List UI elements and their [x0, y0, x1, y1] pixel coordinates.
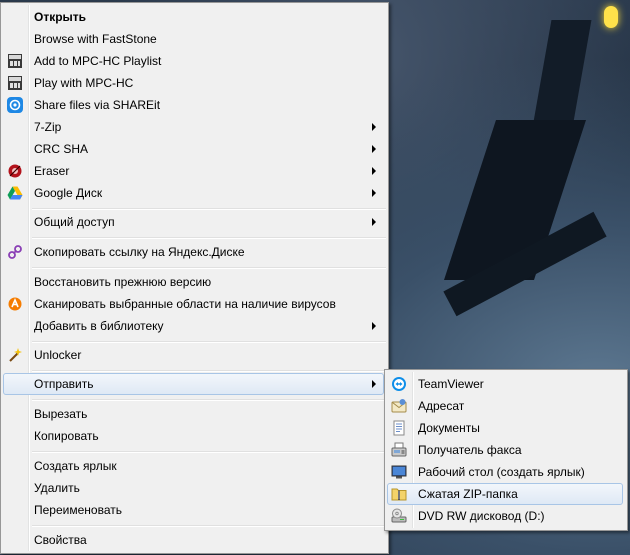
menu-item-label: Eraser [34, 164, 70, 178]
google-drive-icon [7, 185, 23, 201]
menu-item-label: Browse with FastStone [34, 32, 157, 46]
menu-item-label: Google Диск [34, 186, 103, 200]
menu-item-delete[interactable]: Удалить [3, 477, 384, 499]
submenu-arrow-icon [372, 218, 376, 226]
menu-item-google-drive[interactable]: Google Диск [3, 182, 384, 204]
fax-icon [391, 442, 407, 458]
menu-separator [32, 267, 386, 269]
menu-separator [32, 399, 386, 401]
menu-item-label: Копировать [34, 429, 99, 443]
menu-item-label: Добавить в библиотеку [34, 319, 164, 333]
submenu-item-desktop-shortcut[interactable]: Рабочий стол (создать ярлык) [387, 461, 623, 483]
menu-item-copy[interactable]: Копировать [3, 425, 384, 447]
submenu-item-teamviewer[interactable]: TeamViewer [387, 373, 623, 395]
submenu-item-fax-recipient[interactable]: Получатель факса [387, 439, 623, 461]
menu-item-create-shortcut[interactable]: Создать ярлык [3, 455, 384, 477]
menu-item-label: Переименовать [34, 503, 122, 517]
avast-icon [7, 296, 23, 312]
teamviewer-icon [391, 376, 407, 392]
menu-item-browse-faststone[interactable]: Browse with FastStone [3, 28, 384, 50]
menu-item-add-mpc-playlist[interactable]: Add to MPC-HC Playlist [3, 50, 384, 72]
submenu-item-label: Сжатая ZIP-папка [418, 487, 518, 501]
desktop-icon [391, 464, 407, 480]
menu-item-label: Свойства [34, 533, 87, 547]
submenu-item-dvd-drive[interactable]: DVD RW дисковод (D:) [387, 505, 623, 527]
menu-item-label: 7-Zip [34, 120, 62, 134]
menu-item-unlocker[interactable]: Unlocker [3, 344, 384, 366]
menu-item-label: CRC SHA [34, 142, 89, 156]
shareit-icon [7, 97, 23, 113]
menu-item-yandex-link[interactable]: Скопировать ссылку на Яндекс.Диске [3, 241, 384, 263]
submenu-arrow-icon [372, 189, 376, 197]
menu-item-label: Скопировать ссылку на Яндекс.Диске [34, 245, 245, 259]
context-menu: Открыть Browse with FastStone Add to MPC… [0, 2, 389, 554]
submenu-item-label: Документы [418, 421, 480, 435]
wallpaper-lamp [604, 6, 618, 28]
menu-separator [32, 451, 386, 453]
submenu-item-documents[interactable]: Документы [387, 417, 623, 439]
menu-item-label: Share files via SHAREit [34, 98, 161, 112]
mail-recipient-icon [391, 398, 407, 414]
menu-item-label: Восстановить прежнюю версию [34, 275, 212, 289]
menu-item-sharing[interactable]: Общий доступ [3, 211, 384, 233]
menu-separator [32, 341, 386, 343]
submenu-arrow-icon [372, 167, 376, 175]
submenu-arrow-icon [372, 380, 376, 388]
submenu-item-label: DVD RW дисковод (D:) [418, 509, 545, 523]
submenu-arrow-icon [372, 145, 376, 153]
menu-item-label: Unlocker [34, 348, 82, 362]
eraser-icon [7, 163, 23, 179]
submenu-item-label: Получатель факса [418, 443, 522, 457]
menu-item-7zip[interactable]: 7-Zip [3, 116, 384, 138]
dvd-drive-icon [391, 508, 407, 524]
menu-item-send-to[interactable]: Отправить [3, 373, 384, 395]
menu-item-crc-sha[interactable]: CRC SHA [3, 138, 384, 160]
menu-item-cut[interactable]: Вырезать [3, 403, 384, 425]
wand-icon [7, 347, 23, 363]
menu-item-add-to-library[interactable]: Добавить в библиотеку [3, 315, 384, 337]
menu-separator [32, 525, 386, 527]
menu-item-label: Общий доступ [34, 215, 115, 229]
submenu-item-label: TeamViewer [418, 377, 484, 391]
mpc-hc-icon [7, 75, 23, 91]
zip-folder-icon [391, 486, 407, 502]
menu-item-rename[interactable]: Переименовать [3, 499, 384, 521]
submenu-arrow-icon [372, 322, 376, 330]
menu-item-label: Add to MPC-HC Playlist [34, 54, 162, 68]
menu-item-restore-previous[interactable]: Восстановить прежнюю версию [3, 271, 384, 293]
submenu-arrow-icon [372, 123, 376, 131]
link-icon [7, 244, 23, 260]
documents-icon [391, 420, 407, 436]
menu-item-avast-scan[interactable]: Сканировать выбранные области на наличие… [3, 293, 384, 315]
menu-separator [32, 370, 386, 372]
menu-item-label: Открыть [34, 10, 87, 24]
menu-separator [32, 237, 386, 239]
menu-item-properties[interactable]: Свойства [3, 529, 384, 551]
menu-item-shareit[interactable]: Share files via SHAREit [3, 94, 384, 116]
menu-item-eraser[interactable]: Eraser [3, 160, 384, 182]
submenu-item-label: Адресат [418, 399, 465, 413]
menu-item-label: Удалить [34, 481, 80, 495]
menu-item-label: Play with MPC-HC [34, 76, 134, 90]
submenu-item-label: Рабочий стол (создать ярлык) [418, 465, 585, 479]
menu-separator [32, 208, 386, 210]
menu-item-play-mpc[interactable]: Play with MPC-HC [3, 72, 384, 94]
menu-item-label: Вырезать [34, 407, 88, 421]
submenu-item-mail-recipient[interactable]: Адресат [387, 395, 623, 417]
menu-item-label: Сканировать выбранные области на наличие… [34, 297, 336, 311]
submenu-item-zip-folder[interactable]: Сжатая ZIP-папка [387, 483, 623, 505]
menu-item-label: Отправить [34, 377, 94, 391]
mpc-hc-icon [7, 53, 23, 69]
menu-item-label: Создать ярлык [34, 459, 117, 473]
menu-item-open[interactable]: Открыть [3, 6, 384, 28]
send-to-submenu: TeamViewer Адресат Документы Получатель … [384, 369, 628, 531]
